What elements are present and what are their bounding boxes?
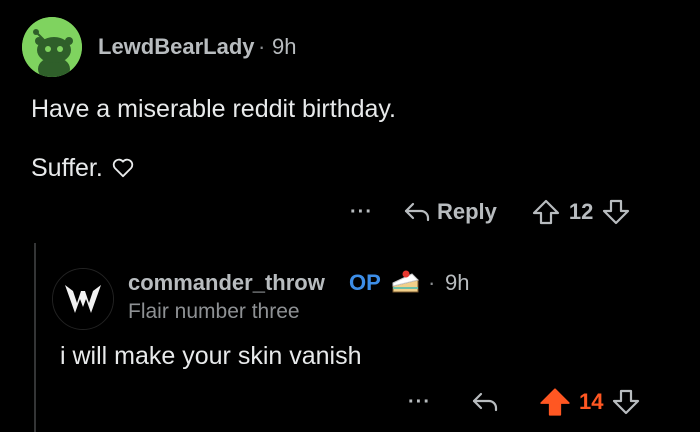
more-options-button[interactable]: ··· — [408, 391, 431, 414]
comment-time: 9h — [272, 34, 297, 59]
vote-score: 14 — [578, 389, 604, 414]
reply-arrow-icon — [403, 200, 431, 224]
reply-username[interactable]: commander_throw — [128, 270, 325, 296]
upvote-filled-icon[interactable] — [539, 387, 571, 417]
comment-body-line-1: Have a miserable reddit birthday. — [31, 95, 396, 123]
reply-time: 9h — [445, 270, 470, 295]
upvote-icon[interactable] — [531, 198, 561, 226]
heart-outline-icon — [112, 158, 134, 178]
reply-arrow-icon[interactable] — [471, 390, 499, 414]
reddit-snoo-icon — [22, 17, 82, 77]
reply-body: i will make your skin vanish — [60, 342, 362, 370]
comment-body-text: Suffer. — [31, 154, 103, 182]
user-flair: Flair number three — [128, 300, 300, 323]
comment-username[interactable]: LewdBearLady — [98, 34, 255, 60]
thread-line[interactable] — [34, 243, 36, 432]
downvote-icon[interactable] — [601, 198, 631, 226]
cake-day-icon — [390, 266, 422, 296]
meta-separator: · — [258, 34, 266, 59]
op-badge: OP — [349, 270, 381, 295]
reply-meta-separator: · — [428, 270, 436, 295]
vote-score: 12 — [568, 199, 594, 224]
reply-button[interactable]: Reply — [403, 199, 497, 225]
user-avatar-commander-throw[interactable] — [52, 268, 114, 330]
winged-w-logo-icon — [53, 269, 113, 329]
downvote-icon[interactable] — [611, 388, 641, 416]
reply-action-bar: ··· 14 — [408, 385, 641, 419]
more-options-button[interactable]: ··· — [350, 201, 373, 224]
comment-action-bar: ··· Reply 12 — [350, 195, 631, 229]
reply-label: Reply — [436, 199, 497, 224]
user-avatar-lewdbearlady[interactable] — [22, 17, 82, 77]
comment-body-line-2: Suffer. — [31, 151, 134, 185]
